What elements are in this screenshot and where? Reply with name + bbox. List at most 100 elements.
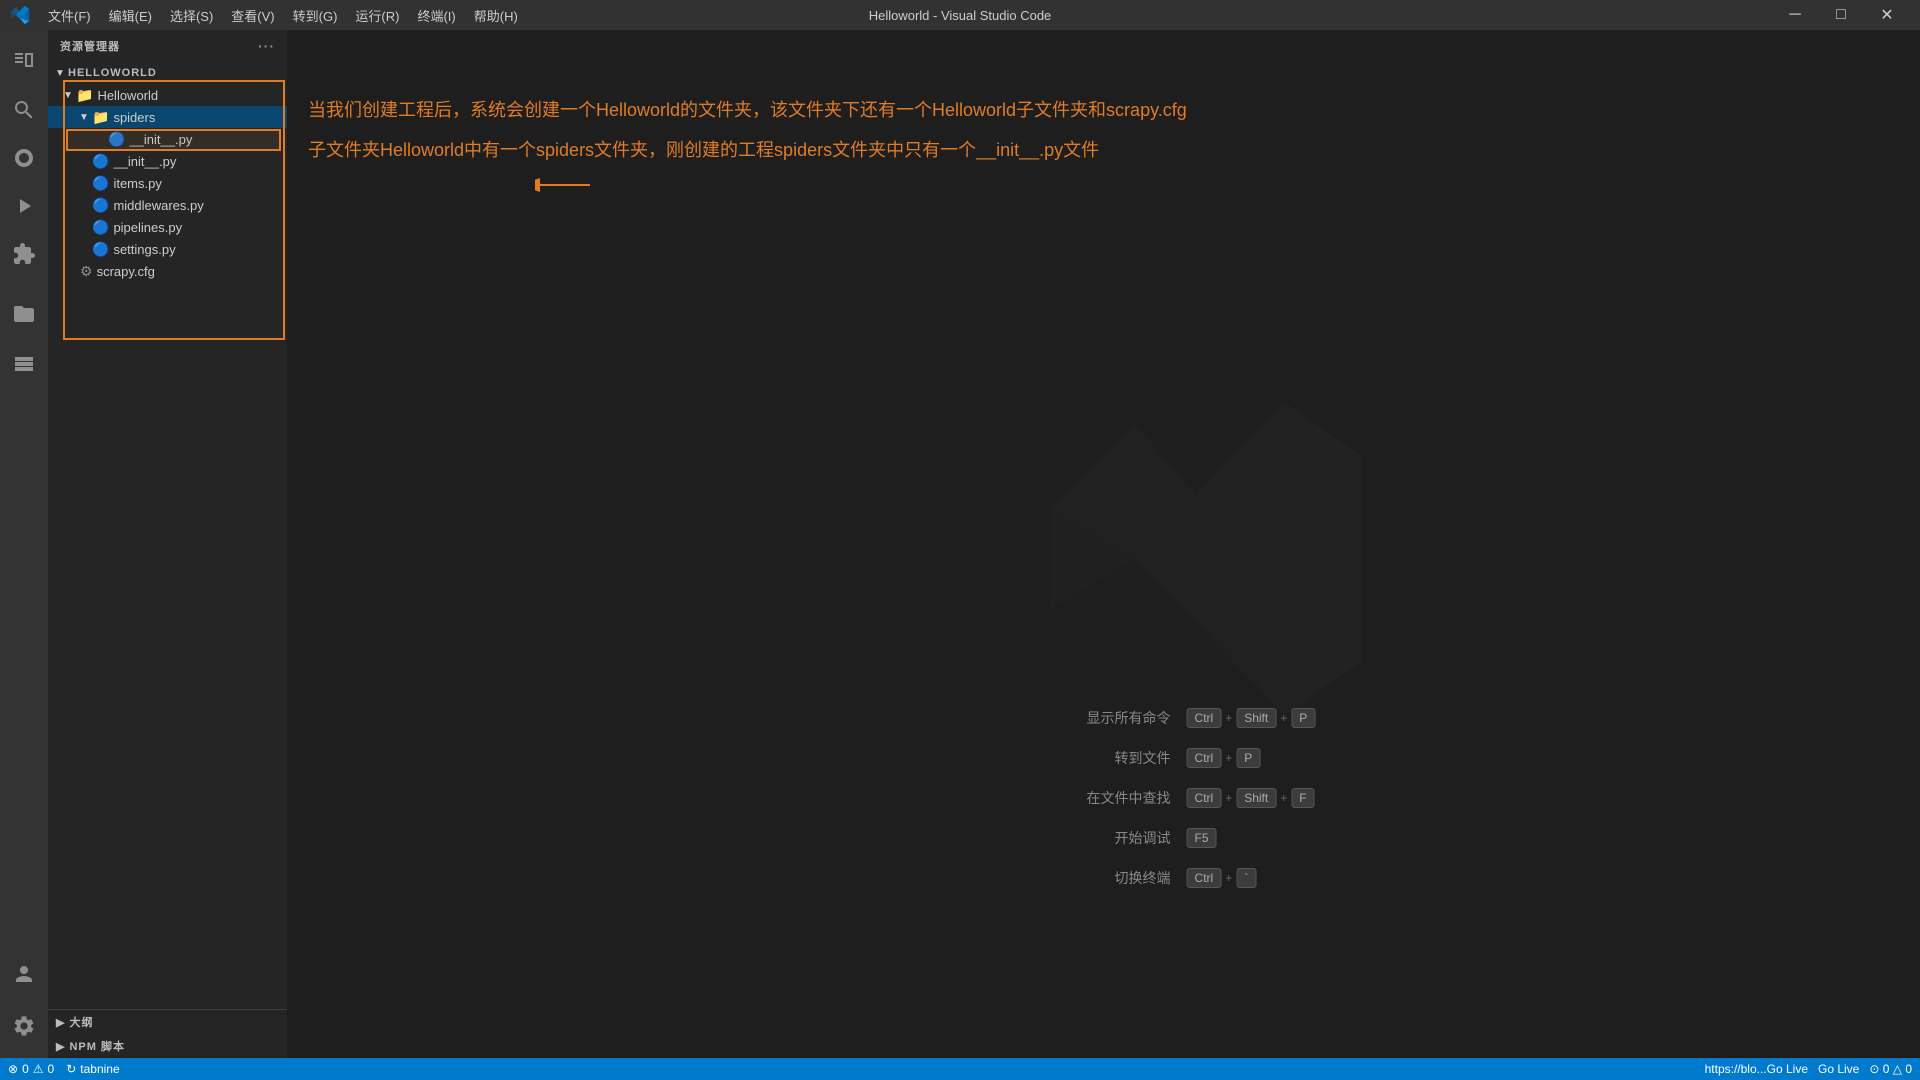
tree-file-scrapy[interactable]: ⚙ scrapy.cfg [48, 260, 287, 282]
menu-select[interactable]: 选择(S) [162, 4, 221, 27]
maximize-button[interactable]: □ [1818, 0, 1864, 30]
minimize-button[interactable]: ─ [1772, 0, 1818, 30]
error-count: 0 [22, 1062, 29, 1076]
key-p2: P [1236, 748, 1260, 768]
key-sep2: + [1280, 711, 1287, 725]
activity-account-icon[interactable] [0, 950, 48, 998]
key-shift2: Shift [1236, 788, 1276, 808]
activity-explorer-icon[interactable] [0, 38, 48, 86]
file-scrapy-label: scrapy.cfg [97, 264, 155, 279]
status-link[interactable]: https://blo...Go Live [1705, 1062, 1808, 1076]
shortcut-row-file: 转到文件 Ctrl + P [1081, 748, 1316, 768]
activity-bar [0, 30, 48, 1058]
status-errors[interactable]: ⊗ 0 ⚠ 0 [8, 1062, 54, 1076]
key-f: F [1291, 788, 1314, 808]
menu-edit[interactable]: 编辑(E) [101, 4, 160, 27]
activity-table-icon[interactable] [0, 342, 48, 390]
shortcut-keys-find: Ctrl + Shift + F [1187, 788, 1315, 808]
tree-file-pipelines[interactable]: 🔵 pipelines.py [48, 216, 287, 238]
activity-search-icon[interactable] [0, 86, 48, 134]
key-p1: P [1291, 708, 1315, 728]
shortcut-keys-commands: Ctrl + Shift + P [1187, 708, 1316, 728]
activity-run-icon[interactable] [0, 182, 48, 230]
shortcuts-panel: 显示所有命令 Ctrl + Shift + P 转到文件 Ctrl + P 在文 [1081, 708, 1316, 908]
py-icon3: 🔵 [92, 197, 109, 214]
key-sep4: + [1225, 791, 1232, 805]
tree-folder-spiders[interactable]: ▼ 📁 spiders [48, 106, 287, 128]
npm-arrow: ▶ [56, 1040, 65, 1053]
statusbar-left: ⊗ 0 ⚠ 0 ↻ tabnine [8, 1062, 120, 1076]
key-f5: F5 [1187, 828, 1217, 848]
shortcut-label-commands: 显示所有命令 [1081, 708, 1171, 728]
spiders-folder-icon: 📁 [92, 109, 109, 126]
shortcut-keys-file: Ctrl + P [1187, 748, 1261, 768]
menu-view[interactable]: 查看(V) [223, 4, 282, 27]
key-sep5: + [1280, 791, 1287, 805]
tree-folder-helloworld[interactable]: ▼ 📁 Helloworld [48, 84, 287, 106]
refresh-icon: ↻ [66, 1062, 76, 1076]
statusbar: ⊗ 0 ⚠ 0 ↻ tabnine https://blo...Go Live … [0, 1058, 1920, 1080]
collapse-icon: ▼ [52, 68, 68, 79]
shortcut-label-terminal: 切换终端 [1081, 868, 1171, 888]
folder-helloworld-label: Helloworld [97, 88, 158, 103]
file-init-label: __init__.py [113, 154, 176, 169]
shortcut-row-terminal: 切换终端 Ctrl + ` [1081, 868, 1316, 888]
key-ctrl4: Ctrl [1187, 868, 1222, 888]
menu-run[interactable]: 运行(R) [347, 4, 407, 27]
warning-count: 0 [48, 1062, 55, 1076]
outline-section-header[interactable]: ▶ 大纲 [48, 1010, 287, 1034]
outline-label: 大纲 [69, 1014, 93, 1030]
sidebar-title: 资源管理器 [60, 38, 120, 54]
error-icon: ⊗ [8, 1062, 18, 1076]
editor-area: 当我们创建工程后，系统会创建一个Helloworld的文件夹，该文件夹下还有一个… [288, 30, 1920, 1058]
statusbar-right: https://blo...Go Live Go Live ⊙ 0 △ 0 [1705, 1062, 1912, 1076]
folder-arrow-icon: ▼ [60, 90, 76, 101]
titlebar: 文件(F) 编辑(E) 选择(S) 查看(V) 转到(G) 运行(R) 终端(I… [0, 0, 1920, 30]
tree-file-middlewares[interactable]: 🔵 middlewares.py [48, 194, 287, 216]
key-sep1: + [1225, 711, 1232, 725]
key-sep6: + [1225, 871, 1232, 885]
activity-extensions-icon[interactable] [0, 230, 48, 278]
close-button[interactable]: ✕ [1864, 0, 1910, 30]
plugin-name: tabnine [80, 1062, 119, 1076]
tree-file-settings[interactable]: 🔵 settings.py [48, 238, 287, 260]
npm-label: NPM 脚本 [69, 1038, 125, 1054]
tree-file-spiders-init[interactable]: 🔵 __init__.py [48, 128, 287, 150]
folder-icon: 📁 [76, 87, 93, 104]
file-spiders-init-label: __init__.py [129, 132, 192, 147]
status-golive[interactable]: Go Live [1818, 1062, 1859, 1076]
sidebar: 资源管理器 ··· ▼ HELLOWORLD ▼ 📁 Helloworld ▼ … [48, 30, 288, 1058]
status-plugin[interactable]: ↻ tabnine [66, 1062, 119, 1076]
key-ctrl1: Ctrl [1187, 708, 1222, 728]
npm-section-header[interactable]: ▶ NPM 脚本 [48, 1034, 287, 1058]
shortcut-row-commands: 显示所有命令 Ctrl + Shift + P [1081, 708, 1316, 728]
menu-terminal[interactable]: 终端(I) [409, 4, 463, 27]
sidebar-header: 资源管理器 ··· [48, 30, 287, 62]
shortcut-row-find: 在文件中查找 Ctrl + Shift + F [1081, 788, 1316, 808]
root-label: HELLOWORLD [68, 67, 157, 79]
py-icon1: 🔵 [92, 153, 109, 170]
key-shift1: Shift [1236, 708, 1276, 728]
menu-goto[interactable]: 转到(G) [285, 4, 346, 27]
file-pipelines-label: pipelines.py [113, 220, 182, 235]
warning-icon: ⚠ [33, 1062, 44, 1076]
activity-scm-icon[interactable] [0, 134, 48, 182]
tree-file-items[interactable]: 🔵 items.py [48, 172, 287, 194]
key-backtick: ` [1236, 868, 1256, 888]
tree-root-helloworld[interactable]: ▼ HELLOWORLD [48, 62, 287, 84]
activity-settings-icon[interactable] [0, 1002, 48, 1050]
spiders-arrow-icon: ▼ [76, 112, 92, 123]
shortcut-label-file: 转到文件 [1081, 748, 1171, 768]
titlebar-controls: ─ □ ✕ [1772, 0, 1910, 30]
py-icon5: 🔵 [92, 241, 109, 258]
key-ctrl2: Ctrl [1187, 748, 1222, 768]
sidebar-more-icon[interactable]: ··· [258, 38, 275, 54]
status-info: ⊙ 0 △ 0 [1869, 1062, 1912, 1076]
cfg-icon: ⚙ [80, 263, 93, 280]
file-middlewares-label: middlewares.py [113, 198, 203, 213]
activity-folder-icon[interactable] [0, 290, 48, 338]
annotation-text-line1: 当我们创建工程后，系统会创建一个Helloworld的文件夹，该文件夹下还有一个… [288, 98, 1720, 123]
tree-file-init[interactable]: 🔵 __init__.py [48, 150, 287, 172]
menu-help[interactable]: 帮助(H) [466, 4, 526, 27]
menu-file[interactable]: 文件(F) [40, 4, 99, 27]
